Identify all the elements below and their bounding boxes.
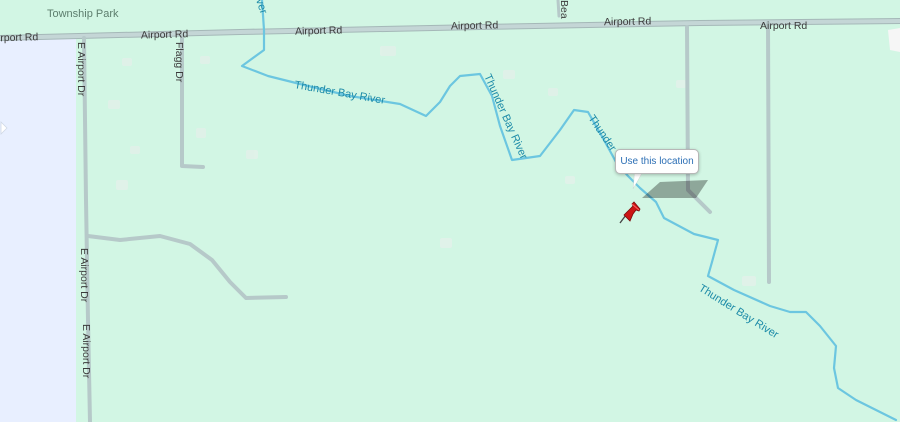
map-canvas[interactable]: Township Park Airport Rd Airport Rd Airp… bbox=[0, 0, 900, 422]
park-label: Township Park bbox=[47, 8, 119, 20]
road-label-airport-rd-6: Airport Rd bbox=[760, 20, 807, 32]
road-label-e-airport-dr-2: E Airport Dr bbox=[78, 248, 90, 303]
road-label-airport-rd-5: Airport Rd bbox=[604, 15, 652, 28]
road-label-e-airport-dr-1: E Airport Dr bbox=[75, 42, 87, 97]
pin-shadow bbox=[642, 180, 708, 198]
road-label-airport-rd-4: Airport Rd bbox=[451, 19, 499, 32]
road-label-flagg-dr: Flagg Dr bbox=[173, 42, 185, 83]
use-this-location-link[interactable]: Use this location bbox=[615, 149, 699, 174]
red-pushpin-icon[interactable] bbox=[617, 196, 645, 226]
lake-water bbox=[0, 38, 76, 422]
road-label-airport-rd-1: Airport Rd bbox=[0, 31, 39, 44]
road-label-airport-rd-3: Airport Rd bbox=[295, 24, 343, 37]
collapse-arrow-icon[interactable] bbox=[0, 120, 8, 136]
road-label-e-airport-dr-3: E Airport Dr bbox=[80, 324, 92, 379]
land-area bbox=[0, 0, 900, 422]
road-label-airport-rd-2: Airport Rd bbox=[141, 28, 189, 41]
road-label-bea: Bea bbox=[558, 0, 570, 19]
